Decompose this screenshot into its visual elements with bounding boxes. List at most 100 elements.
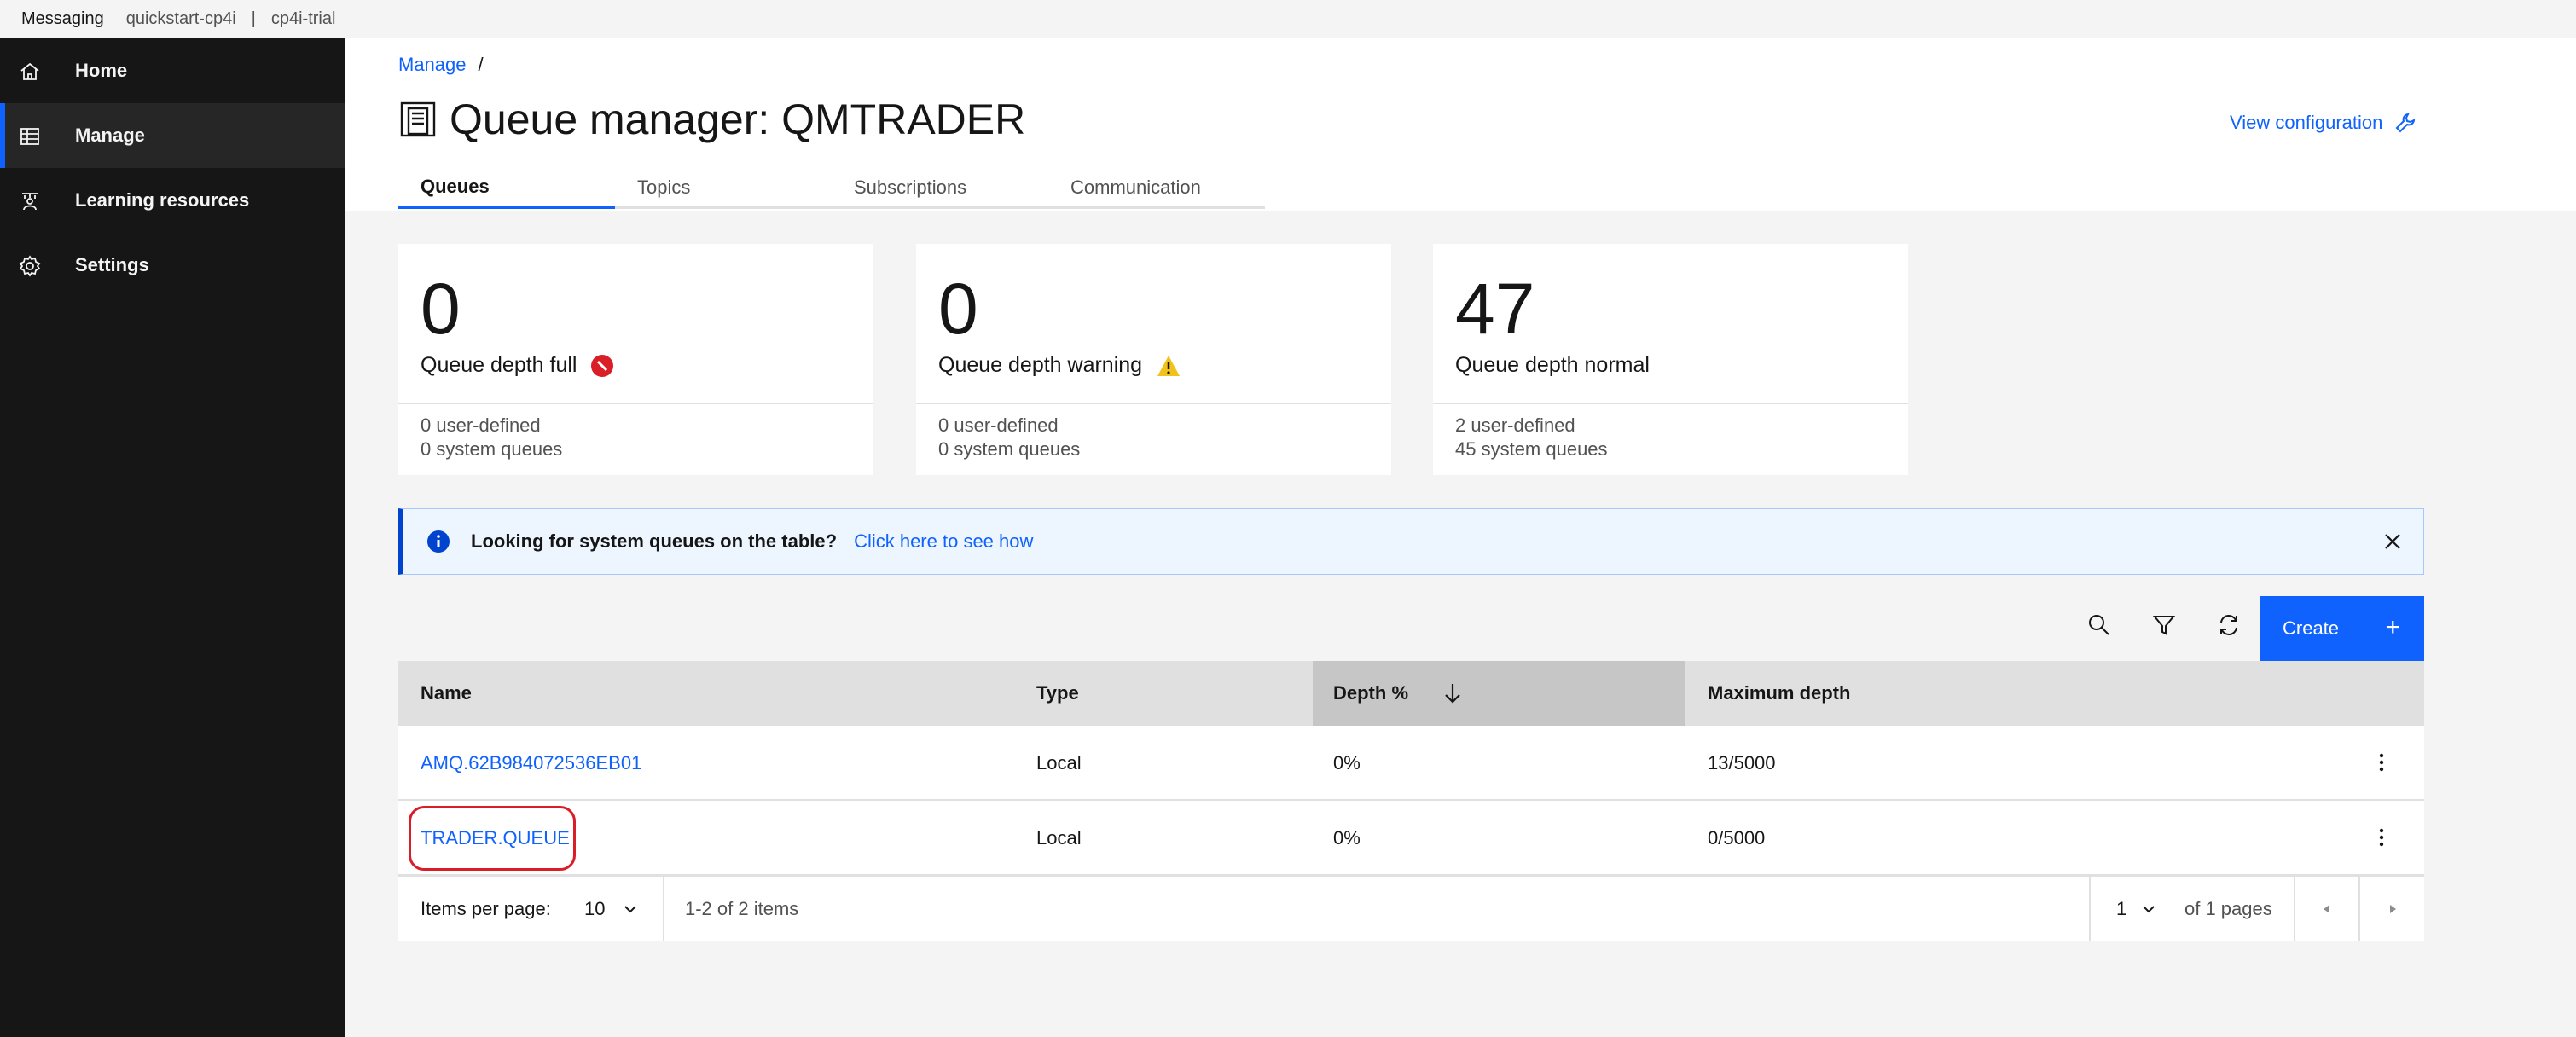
tile-user-defined: 0 user-defined [421,414,541,436]
home-icon [20,62,39,80]
page-select[interactable]: 1 [2116,877,2157,941]
table-row[interactable]: TRADER.QUEUE Local 0% 0/5000 [398,801,2424,876]
queues-table: Name Type Depth % Maximum depth AMQ.62B9… [398,661,2424,941]
tile-label: Queue depth full [421,353,614,378]
tile-divider [398,403,873,404]
sidebar-item-learning-resources[interactable]: Learning resources [0,168,345,233]
column-header-name[interactable]: Name [398,661,1014,726]
column-header-label: Name [421,682,472,704]
tile-system-queues: 0 system queues [938,438,1081,460]
context-separator: | [251,9,256,28]
error-icon [591,354,614,377]
breadcrumb: Manage / [398,54,484,76]
tile-value: 47 [1455,269,1535,349]
view-configuration-label: View configuration [2230,112,2383,133]
next-page-button[interactable] [2360,877,2424,941]
tile-label-text: Queue depth warning [938,353,1143,377]
page-number: 1 [2116,898,2127,919]
tile-queue-depth-full: 0 Queue depth full 0 user-defined 0 syst… [398,244,873,475]
tile-system-queues: 45 system queues [1455,438,1608,460]
sidebar-item-label: Manage [75,125,145,146]
column-header-label: Depth % [1333,682,1408,704]
info-icon [427,530,450,553]
sidebar-item-settings[interactable]: Settings [0,233,345,298]
item-range: 1-2 of 2 items [685,898,799,919]
notification-link[interactable]: Click here to see how [854,530,1033,553]
tab-list: Queues Topics Subscriptions Communicatio… [398,168,1265,209]
sidebar-item-label: Settings [75,254,149,275]
tab-communication[interactable]: Communication [1048,168,1265,209]
sidebar-item-label: Home [75,60,128,81]
pager-divider [663,877,664,941]
view-configuration-link[interactable]: View configuration [2230,112,2416,134]
column-header-maximum-depth[interactable]: Maximum depth [1685,661,2424,726]
create-button-label: Create [2283,617,2340,639]
queue-manager-icon [400,101,436,137]
tab-queues[interactable]: Queues [398,168,615,209]
page-total: of 1 pages [2184,898,2272,919]
items-per-page-select[interactable]: 10 [584,877,639,941]
column-header-type[interactable]: Type [1014,661,1313,726]
tile-user-defined: 0 user-defined [938,414,1059,436]
column-header-label: Type [1036,682,1079,704]
tile-system-queues: 0 system queues [421,438,563,460]
overflow-menu-icon[interactable] [2369,825,2394,850]
table-icon [20,128,39,145]
queue-type: Local [1036,752,1082,773]
notification-title: Looking for system queues on the table? [471,530,838,552]
info-notification: Looking for system queues on the table? … [398,508,2424,575]
tile-label-text: Queue depth normal [1455,353,1650,377]
sidebar: Home Manage Learning resources Settings [0,38,345,1037]
tile-divider [1433,403,1908,404]
sidebar-item-home[interactable]: Home [0,38,345,103]
tile-value: 0 [421,269,461,349]
create-button[interactable]: Create + [2260,596,2424,661]
tile-label-text: Queue depth full [421,353,577,377]
namespace-name: cp4i-trial [270,9,336,28]
pagination: Items per page: 10 1-2 of 2 items 1 of 1… [398,876,2424,941]
table-row[interactable]: AMQ.62B984072536EB01 Local 0% 13/5000 [398,726,2424,801]
chevron-down-icon [624,906,637,913]
top-bar: Messaging quickstart-cp4i | cp4i-trial [0,0,2576,38]
title-row: Queue manager: QMTRADER [398,95,1025,144]
sidebar-item-label: Learning resources [75,189,250,211]
tile-user-defined: 2 user-defined [1455,414,1575,436]
queue-name-link[interactable]: AMQ.62B984072536EB01 [421,726,641,801]
tile-value: 0 [938,269,978,349]
queue-depth-percent: 0% [1333,752,1361,773]
column-header-depth[interactable]: Depth % [1313,661,1685,726]
app-brand[interactable]: Messaging [21,9,104,29]
close-icon[interactable] [2382,531,2403,552]
tile-divider [916,403,1391,404]
learning-icon [22,193,38,211]
queue-name-link[interactable]: TRADER.QUEUE [421,801,570,876]
items-per-page-label: Items per page: [421,898,551,919]
sidebar-item-manage[interactable]: Manage [0,103,345,168]
page-title: Queue manager: QMTRADER [450,96,1026,143]
tile-queue-depth-normal: 47 Queue depth normal 2 user-defined 45 … [1433,244,1908,475]
previous-page-button[interactable] [2295,877,2358,941]
search-icon[interactable] [2086,612,2112,638]
queue-maximum-depth: 13/5000 [1708,752,1776,773]
warning-icon [1157,355,1181,376]
gear-icon [19,255,41,277]
column-header-label: Maximum depth [1708,682,1851,704]
queue-type: Local [1036,827,1082,849]
tile-label: Queue depth normal [1455,353,1650,378]
overflow-menu-icon[interactable] [2369,750,2394,775]
chevron-down-icon [2143,906,2155,913]
tile-queue-depth-warning: 0 Queue depth warning 0 user-defined 0 s… [916,244,1391,475]
queue-depth-percent: 0% [1333,827,1361,849]
pager-divider [2089,877,2091,941]
tab-topics[interactable]: Topics [615,168,832,209]
tile-label: Queue depth warning [938,353,1181,378]
sort-descending-icon [1445,684,1460,704]
tab-subscriptions[interactable]: Subscriptions [832,168,1048,209]
caret-left-icon [2324,905,2329,913]
breadcrumb-separator: / [478,54,484,75]
filter-icon[interactable] [2151,612,2177,638]
breadcrumb-manage-link[interactable]: Manage [398,54,467,76]
refresh-icon[interactable] [2216,612,2242,638]
instance-name: quickstart-cp4i [125,9,236,28]
table-header: Name Type Depth % Maximum depth [398,661,2424,726]
